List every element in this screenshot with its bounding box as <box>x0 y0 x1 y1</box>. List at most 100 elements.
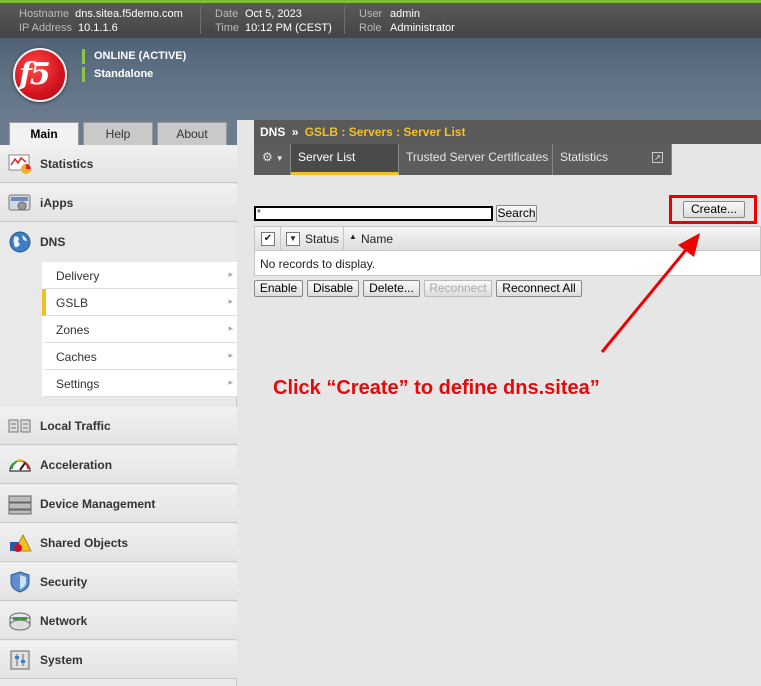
delete-button[interactable]: Delete... <box>363 280 420 297</box>
logo-text: f5 <box>19 57 51 92</box>
ip-label: IP Address <box>19 22 72 34</box>
sidebar-item-acceleration[interactable]: Acceleration <box>0 446 237 484</box>
sidebar: Statistics iApps DNS Delivery ▸ GSLB ▸ Zon… <box>0 145 237 686</box>
status-bar: Hostname dns.sitea.f5demo.com IP Address 1… <box>0 3 761 38</box>
search-button[interactable]: Search <box>496 205 537 222</box>
sidebar-subitem-zones[interactable]: Zones ▸ <box>42 316 237 343</box>
f5-gui-page: Hostname dns.sitea.f5demo.com IP Address 1… <box>0 0 761 686</box>
banner: f5 ONLINE (ACTIVE) Standalone <box>0 38 761 120</box>
shield-icon <box>10 571 30 593</box>
subitem-label: Zones <box>56 323 90 337</box>
sidebar-subitem-caches[interactable]: Caches ▸ <box>42 343 237 370</box>
column-name[interactable]: Name <box>361 232 393 246</box>
tab-about[interactable]: About <box>157 122 227 145</box>
sidebar-item-label: Device Management <box>40 497 156 511</box>
column-status[interactable]: Status <box>305 232 339 246</box>
role-label: Role <box>359 22 382 34</box>
chevron-right-icon: ▸ <box>228 323 233 333</box>
hostname-value: dns.sitea.f5demo.com <box>75 8 183 20</box>
sidebar-item-security[interactable]: Security <box>0 563 237 601</box>
enable-button[interactable]: Enable <box>254 280 303 297</box>
network-icon <box>9 612 31 631</box>
subitem-label: Settings <box>56 377 100 391</box>
speedometer-icon <box>9 459 31 472</box>
date-value: Oct 5, 2023 <box>245 8 302 20</box>
f5-logo[interactable]: f5 <box>13 48 67 102</box>
sidebar-item-label: Network <box>40 614 88 628</box>
status-filter-dropdown[interactable]: ▼ <box>286 232 300 246</box>
chevron-right-icon: ▸ <box>228 269 233 279</box>
sidebar-item-label: Statistics <box>40 157 94 171</box>
sidebar-item-label: Local Traffic <box>40 419 111 433</box>
sidebar-item-statistics[interactable]: Statistics <box>0 145 237 183</box>
time-label: Time <box>215 22 240 34</box>
device-icon <box>8 495 32 515</box>
chevron-right-icon: ▸ <box>228 350 233 360</box>
chevron-down-icon: ▼ <box>289 234 297 243</box>
sidebar-item-label: Security <box>40 575 88 589</box>
breadcrumb-root[interactable]: DNS <box>260 125 285 139</box>
local-traffic-icon <box>8 419 31 433</box>
sidebar-subitem-gslb[interactable]: GSLB ▸ <box>42 289 237 316</box>
reconnect-all-button[interactable]: Reconnect All <box>496 280 582 297</box>
system-icon <box>10 650 30 670</box>
status-online: ONLINE (ACTIVE) <box>82 49 186 64</box>
sidebar-item-system[interactable]: System <box>0 641 237 679</box>
sidebar-item-device-management[interactable]: Device Management <box>0 485 237 523</box>
date-label: Date <box>215 8 239 20</box>
user-label: User <box>359 8 383 20</box>
tab-server-list[interactable]: Server List <box>291 144 399 175</box>
subitem-label: Caches <box>56 350 97 364</box>
sidebar-item-iapps[interactable]: iApps <box>0 184 237 222</box>
select-all-checkbox[interactable]: ✔ <box>261 232 275 246</box>
tab-statistics[interactable]: Statistics ↗ <box>553 144 672 175</box>
disable-button[interactable]: Disable <box>307 280 359 297</box>
time-value: 10:12 PM (CEST) <box>245 22 332 34</box>
user-value: admin <box>390 8 420 20</box>
sub-tabs: ⚙ ▼ Server List Trusted Server Certificat… <box>254 144 761 175</box>
sidebar-item-local-traffic[interactable]: Local Traffic <box>0 407 237 445</box>
divider <box>343 227 344 251</box>
shared-objects-icon <box>10 533 32 552</box>
iapps-icon <box>8 194 31 211</box>
tab-help[interactable]: Help <box>83 122 153 145</box>
external-link-icon: ↗ <box>652 152 663 163</box>
sidebar-item-label: DNS <box>40 235 66 249</box>
chevron-right-icon: ▸ <box>228 377 233 387</box>
chevron-right-icon: ▸ <box>228 296 233 306</box>
chevron-down-icon: ▼ <box>275 154 284 163</box>
sidebar-item-label: Shared Objects <box>40 536 129 550</box>
globe-icon <box>9 231 31 253</box>
sidebar-item-dns[interactable]: DNS <box>0 223 237 262</box>
tab-trusted-server-certificates[interactable]: Trusted Server Certificates <box>399 144 553 175</box>
sidebar-subitem-delivery[interactable]: Delivery ▸ <box>42 262 237 289</box>
divider <box>280 227 281 251</box>
sort-asc-icon: ▲ <box>349 232 357 241</box>
divider <box>200 6 201 34</box>
create-button[interactable]: Create... <box>683 201 745 218</box>
annotation-text: Click “Create” to define dns.sitea” <box>273 377 600 399</box>
reconnect-button[interactable]: Reconnect <box>424 280 492 297</box>
search-input[interactable]: * <box>254 206 493 221</box>
breadcrumb-separator: » <box>291 125 299 139</box>
subitem-label: Delivery <box>56 269 100 283</box>
sidebar-item-label: iApps <box>40 196 74 210</box>
ip-value: 10.1.1.6 <box>78 22 118 34</box>
no-records-text: No records to display. <box>260 257 376 271</box>
sidebar-item-network[interactable]: Network <box>0 602 237 640</box>
divider <box>344 6 345 34</box>
breadcrumb: DNS » GSLB : Servers : Server List <box>254 120 761 144</box>
breadcrumb-path[interactable]: GSLB : Servers : Server List <box>305 125 466 139</box>
role-value: Administrator <box>390 22 455 34</box>
tab-main[interactable]: Main <box>9 122 79 147</box>
statistics-icon <box>8 154 31 174</box>
gear-icon: ⚙ <box>262 150 273 164</box>
status-standalone: Standalone <box>82 67 153 82</box>
nav-tabs: Main Help About <box>0 120 237 147</box>
annotation-arrow-icon <box>600 233 700 353</box>
gear-menu-button[interactable]: ⚙ ▼ <box>254 144 291 175</box>
sidebar-subitem-settings[interactable]: Settings ▸ <box>42 370 237 397</box>
sidebar-item-shared-objects[interactable]: Shared Objects <box>0 524 237 562</box>
sidebar-item-label: Acceleration <box>40 458 113 472</box>
sidebar-item-label: System <box>40 653 83 667</box>
